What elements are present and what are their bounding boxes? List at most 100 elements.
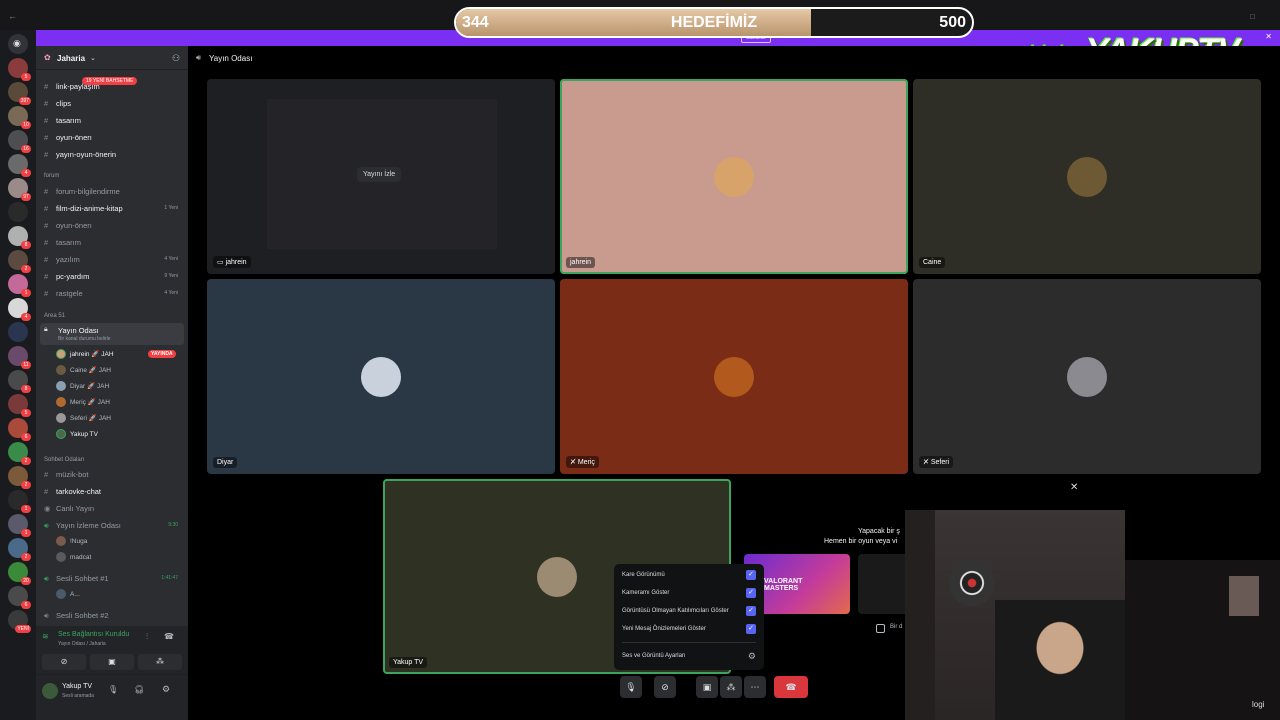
wall-poster: [1229, 576, 1259, 616]
server-icon[interactable]: 397: [8, 82, 31, 105]
channel-item[interactable]: # yayın-oyun-önerin: [44, 147, 184, 162]
lock-icon: 🔒︎: [44, 326, 48, 333]
server-icon[interactable]: 11: [8, 346, 31, 369]
tile-name: ▭ jahrein: [213, 256, 251, 268]
checkbox-checked[interactable]: ✓: [746, 570, 756, 580]
checkbox[interactable]: [876, 624, 885, 633]
channel-item[interactable]: # tasarım: [44, 113, 184, 128]
server-icon[interactable]: 4: [8, 298, 31, 321]
video-tile[interactable]: ✕̸ Seferi: [913, 279, 1261, 474]
connection-status[interactable]: Ses Bağlantısı Kuruldu: [58, 631, 129, 638]
avatar[interactable]: [42, 683, 58, 699]
channel-item[interactable]: # tarkovke-chat: [44, 484, 184, 499]
voice-user[interactable]: Caine 🚀 JAH: [56, 364, 111, 378]
microphone-icon[interactable]: 🎙︎: [108, 685, 118, 694]
forum-channel-item[interactable]: # pc-yardım 9 Yeni: [44, 269, 184, 284]
category-forum[interactable]: forum: [44, 173, 59, 179]
server-icon[interactable]: 5: [8, 394, 31, 417]
server-icon[interactable]: 2: [8, 250, 31, 273]
activities-button[interactable]: ⁂: [138, 654, 182, 670]
forum-channel-item[interactable]: # forum-bilgilendirme: [44, 184, 184, 199]
video-tile[interactable]: Caine: [913, 79, 1261, 274]
stream-tile[interactable]: Yayını İzle ▭ jahrein: [207, 79, 555, 274]
voice-user[interactable]: !Nuga: [56, 535, 87, 549]
checkbox-checked[interactable]: ✓: [746, 606, 756, 616]
voice-channel-item[interactable]: 🔊︎ Sesli Sohbet #1 1:41:47: [44, 571, 184, 586]
server-icon[interactable]: 20: [8, 562, 31, 585]
server-header[interactable]: ✿ Jaharia ⌄ ⚇: [36, 46, 188, 70]
forum-channel-item[interactable]: # film-dizi-anime-kitap 1 Yeni: [44, 201, 184, 216]
server-icon[interactable]: 4: [8, 154, 31, 177]
activities-button[interactable]: ⁂: [720, 676, 742, 698]
forum-channel-item[interactable]: # rastgele 4 Yeni: [44, 286, 184, 301]
voice-user[interactable]: jahrein 🚀 JAH: [56, 348, 114, 362]
screen-share-button[interactable]: ▣: [696, 676, 718, 698]
menu-item-show-previews[interactable]: Yeni Mesaj Önizlemeleri Göster ✓: [622, 622, 760, 636]
forum-channel-item[interactable]: # yazılım 4 Yeni: [44, 252, 184, 267]
server-icon[interactable]: [8, 202, 28, 222]
server-icon[interactable]: 2: [8, 466, 31, 489]
voice-channel-item[interactable]: 🔊︎ Sesli Sohbet #2: [44, 608, 184, 623]
add-friend-icon[interactable]: ⚇: [172, 53, 180, 64]
add-server-icon[interactable]: YENİ: [8, 610, 31, 633]
discord-home-icon[interactable]: ◉: [8, 34, 28, 54]
camera-off-button[interactable]: ⊘: [654, 676, 676, 698]
activity-card[interactable]: [858, 554, 912, 614]
category-chat[interactable]: Sohbet Odaları: [44, 457, 84, 463]
voice-user[interactable]: madcat: [56, 551, 91, 565]
gear-icon[interactable]: ⚙: [162, 684, 170, 695]
voice-user[interactable]: Diyar 🚀 JAH: [56, 380, 109, 394]
channel-item[interactable]: # link-paylaşım: [44, 79, 184, 94]
back-arrow-icon[interactable]: ←: [8, 11, 17, 21]
screen-share-button[interactable]: ▣: [90, 654, 134, 670]
voice-user[interactable]: A...: [56, 588, 80, 602]
server-icon[interactable]: 1: [8, 274, 31, 297]
channel-item[interactable]: # oyun-önerı: [44, 130, 184, 145]
server-icon[interactable]: 1: [8, 514, 31, 537]
server-icon[interactable]: 1: [8, 490, 31, 513]
server-icon[interactable]: 10: [8, 106, 31, 129]
server-icon[interactable]: [8, 322, 28, 342]
headphones-icon[interactable]: 🎧︎: [134, 685, 144, 694]
server-icon[interactable]: 6: [8, 418, 31, 441]
noise-icon[interactable]: ⫶: [146, 632, 148, 642]
voice-channel-item[interactable]: 🔊︎ Yayın İzleme Odası 9:30: [44, 518, 184, 533]
avatar: [1067, 156, 1107, 197]
server-icon[interactable]: 5: [8, 58, 31, 81]
menu-item-grid-view[interactable]: Kare Görünümü ✓: [622, 568, 760, 582]
server-icon[interactable]: 97: [8, 178, 31, 201]
forum-channel-item[interactable]: # tasarım: [44, 235, 184, 250]
server-icon[interactable]: 2: [8, 538, 31, 561]
menu-item-show-no-video[interactable]: Görüntüsü Olmayan Katılımcıları Göster ✓: [622, 604, 760, 618]
more-options-button[interactable]: ⋯: [744, 676, 766, 698]
microphone-button[interactable]: 🎙︎: [620, 676, 642, 698]
server-list: ◉ 5 397 10 16 4 97 8 2 1 4 11 8 5 6 2 2 …: [0, 30, 36, 720]
menu-item-av-settings[interactable]: Ses ve Görüntü Ayarları ⚙: [622, 649, 760, 663]
voice-user[interactable]: Meriç 🚀 JAH: [56, 396, 110, 410]
channel-item[interactable]: # clips: [44, 96, 184, 111]
video-tile[interactable]: jahrein: [560, 79, 908, 274]
disconnect-icon[interactable]: ☎: [164, 632, 174, 641]
close-icon[interactable]: ✕: [1070, 482, 1078, 493]
voice-channel-active[interactable]: 🔒︎ Yayın Odası Bir kanal durumu belirle: [40, 323, 184, 345]
server-icon[interactable]: 16: [8, 130, 31, 153]
category-area[interactable]: Area 51: [44, 313, 65, 319]
server-icon[interactable]: 6: [8, 586, 31, 609]
menu-item-show-camera[interactable]: Kameramı Göster ✓: [622, 586, 760, 600]
checkbox-checked[interactable]: ✓: [746, 588, 756, 598]
server-icon[interactable]: 8: [8, 370, 31, 393]
channel-item[interactable]: # müzik-bot: [44, 467, 184, 482]
channel-item[interactable]: ◉ Canlı Yayın: [44, 501, 184, 516]
disconnect-button[interactable]: ☎: [774, 676, 808, 698]
server-icon[interactable]: 8: [8, 226, 31, 249]
video-tile[interactable]: Diyar: [207, 279, 555, 474]
voice-user[interactable]: Seferi 🚀 JAH: [56, 412, 111, 426]
checkbox-checked[interactable]: ✓: [746, 624, 756, 634]
watch-stream-button[interactable]: Yayını İzle: [357, 167, 402, 182]
avatar: [361, 356, 401, 397]
forum-channel-item[interactable]: # oyun-önerı: [44, 218, 184, 233]
server-icon[interactable]: 2: [8, 442, 31, 465]
video-off-button[interactable]: ⊘: [42, 654, 86, 670]
video-tile[interactable]: ✕̸ Meriç: [560, 279, 908, 474]
voice-user[interactable]: Yakup TV: [56, 428, 98, 442]
